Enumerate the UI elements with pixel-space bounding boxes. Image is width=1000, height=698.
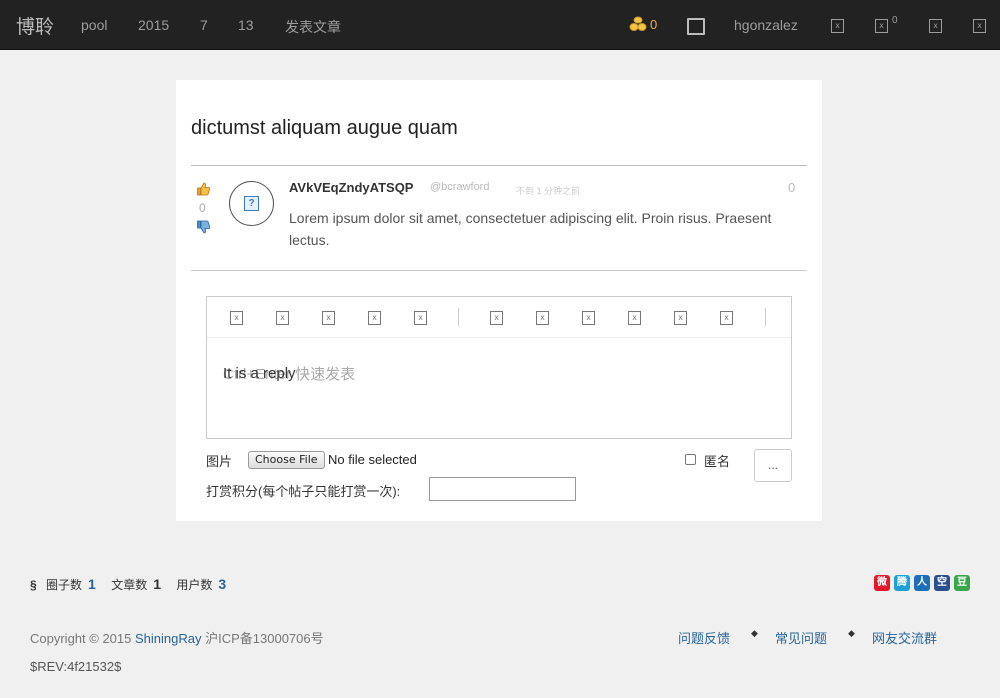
- bullet: ◆: [848, 628, 855, 638]
- footer-link-faq[interactable]: 常见问题: [775, 628, 827, 647]
- nav-link-day[interactable]: 13: [238, 17, 254, 33]
- footer-link-feedback[interactable]: 问题反馈: [678, 628, 730, 647]
- checkbox-icon[interactable]: [687, 18, 705, 35]
- douban-icon[interactable]: 豆: [954, 575, 970, 591]
- copyright-prefix: Copyright © 2015: [30, 631, 132, 646]
- strikethrough-icon[interactable]: x: [368, 311, 381, 325]
- copyright: Copyright © 2015 ShiningRay 沪ICP备1300070…: [30, 628, 324, 647]
- coin-count: 0: [650, 17, 658, 32]
- anonymous-label[interactable]: 匿名: [704, 451, 730, 470]
- users-label: 用户数: [176, 578, 213, 592]
- divider: [191, 165, 807, 166]
- settings-icon[interactable]: x: [929, 19, 942, 33]
- ordered-list-icon[interactable]: x: [674, 311, 687, 325]
- post-time: 不到 1 分钟之前: [516, 186, 581, 196]
- company-link[interactable]: ShiningRay: [135, 631, 202, 646]
- circles-label: 圈子数: [46, 578, 83, 592]
- tip-points-label: 打赏积分(每个帖子只能打赏一次):: [206, 484, 401, 499]
- nav-link-month[interactable]: 7: [200, 17, 208, 33]
- image-icon[interactable]: x: [536, 311, 549, 325]
- link-icon[interactable]: x: [490, 311, 503, 325]
- divider: [191, 270, 807, 271]
- author-name[interactable]: AVkVEqZndyATSQP: [289, 180, 413, 195]
- more-button[interactable]: ...: [754, 449, 792, 482]
- circles-count[interactable]: 1: [88, 576, 96, 592]
- bold-icon[interactable]: x: [230, 311, 243, 325]
- renren-icon[interactable]: 人: [914, 575, 930, 591]
- tencent-weibo-icon[interactable]: 腾: [894, 575, 910, 591]
- footer-link-group[interactable]: 网友交流群: [872, 628, 937, 647]
- thumbs-down-icon[interactable]: [197, 220, 210, 234]
- qzone-icon[interactable]: 空: [934, 575, 950, 591]
- code-icon[interactable]: x: [582, 311, 595, 325]
- comment-count[interactable]: 0: [788, 180, 795, 195]
- underline-icon[interactable]: x: [322, 311, 335, 325]
- article-card: dictumst aliquam augue quam 0 ? AVkVEqZn…: [176, 80, 822, 521]
- thumbs-up-icon[interactable]: [197, 182, 210, 196]
- quote-icon[interactable]: x: [414, 311, 427, 325]
- toolbar-separator: [765, 308, 766, 326]
- italic-icon[interactable]: x: [276, 311, 289, 325]
- avatar[interactable]: ?: [229, 181, 274, 226]
- vote-count: 0: [199, 201, 206, 215]
- notification-count: 0: [892, 15, 898, 26]
- list-icon[interactable]: x: [628, 311, 641, 325]
- site-stats: § 圈子数 1 文章数 1 用户数 3: [30, 576, 238, 593]
- articles-label: 文章数: [111, 578, 148, 592]
- top-navbar: 博聆 pool 2015 7 13 发表文章 0 hgonzalez x x 0…: [0, 0, 1000, 50]
- logout-icon[interactable]: x: [973, 19, 986, 33]
- coins-icon[interactable]: [629, 16, 647, 32]
- nav-link-new-article[interactable]: 发表文章: [285, 17, 341, 37]
- message-icon[interactable]: x: [831, 19, 844, 33]
- emoji-icon[interactable]: x: [720, 311, 733, 325]
- editor-textarea[interactable]: Ctrl+Enter 快速发表 It is a reply: [207, 338, 791, 438]
- users-count[interactable]: 3: [218, 576, 226, 592]
- nav-link-year[interactable]: 2015: [138, 17, 169, 33]
- image-upload-label: 图片: [206, 454, 233, 469]
- notification-icon[interactable]: x: [875, 19, 888, 33]
- editor-toolbar: x x x x x x x x x x x: [207, 297, 791, 338]
- user-menu[interactable]: hgonzalez: [734, 17, 798, 33]
- nav-link-pool[interactable]: pool: [81, 17, 107, 33]
- choose-file-button[interactable]: Choose File: [248, 451, 325, 469]
- weibo-icon[interactable]: 微: [874, 575, 890, 591]
- icp-number[interactable]: 沪ICP备13000706号: [205, 631, 324, 646]
- toolbar-separator: [458, 308, 459, 326]
- articles-count: 1: [153, 576, 161, 592]
- post-body: Lorem ipsum dolor sit amet, consectetuer…: [289, 210, 772, 248]
- editor-draft-text: It is a reply: [223, 365, 296, 382]
- revision: $REV:4f21532$: [30, 659, 122, 674]
- tip-points-input[interactable]: [429, 477, 576, 501]
- section-mark: §: [30, 578, 37, 592]
- author-handle[interactable]: @bcrawford: [430, 181, 489, 193]
- reply-editor[interactable]: x x x x x x x x x x x Ctrl+Enter 快速发表 It…: [206, 296, 792, 439]
- anonymous-checkbox[interactable]: [685, 454, 696, 465]
- page-title: dictumst aliquam augue quam: [191, 117, 458, 139]
- bullet: ◆: [751, 628, 758, 638]
- broken-image-icon: ?: [244, 196, 259, 211]
- file-status: No file selected: [328, 452, 417, 467]
- brand-logo[interactable]: 博聆: [16, 12, 54, 39]
